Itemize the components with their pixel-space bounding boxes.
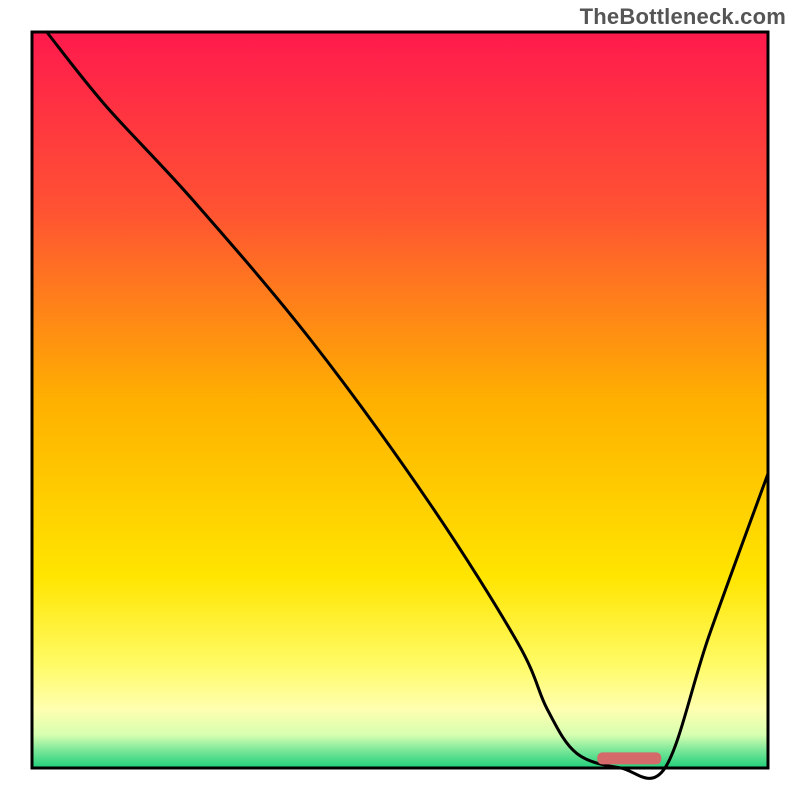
plot-background [32,32,768,768]
optimum-marker [597,752,661,764]
chart-svg [0,0,800,800]
chart-container: TheBottleneck.com [0,0,800,800]
